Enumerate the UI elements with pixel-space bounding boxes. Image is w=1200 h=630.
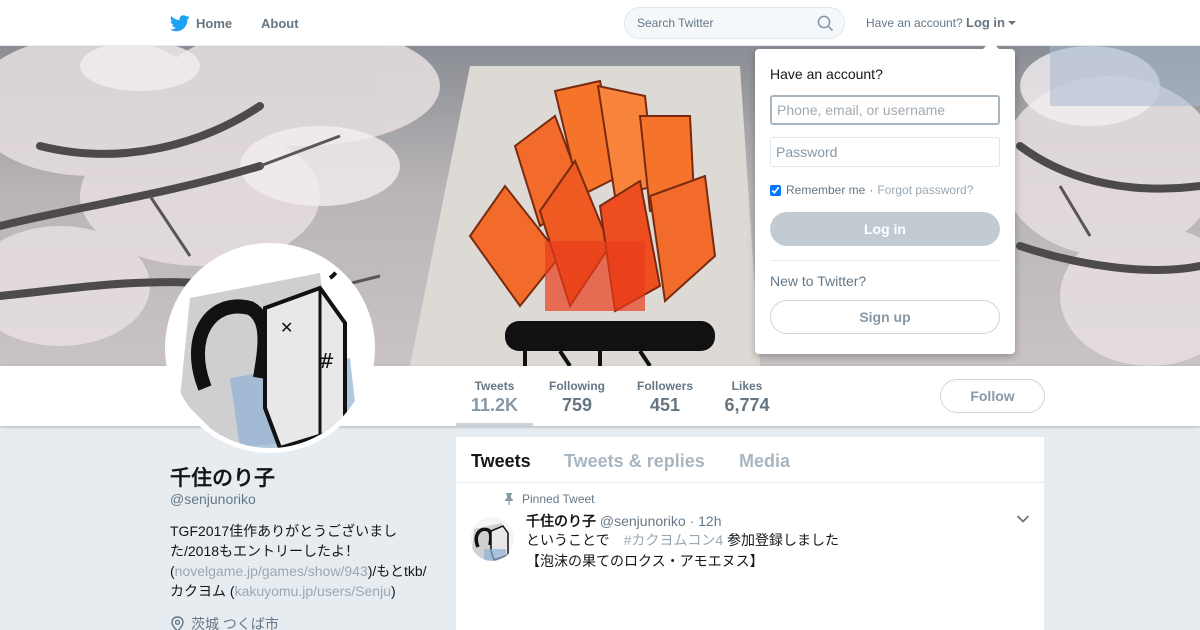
pinned-label: Pinned Tweet	[504, 492, 595, 506]
signup-button[interactable]: Sign up	[770, 300, 1000, 334]
location-pin-icon	[171, 616, 184, 630]
pin-icon	[505, 493, 513, 505]
nav-about-label: About	[261, 15, 299, 31]
profile-location: 茨城 つくば市	[170, 614, 279, 630]
login-dropdown-toggle[interactable]: Log in	[966, 15, 1016, 30]
tweet-text-suffix: 参加登録しました	[723, 532, 840, 548]
bio-link-novelgame[interactable]: novelgame.jp/games/show/943	[175, 563, 368, 579]
stat-following[interactable]: Following 759	[543, 366, 611, 426]
stat-followers-value: 451	[649, 395, 681, 415]
search-input[interactable]	[637, 16, 807, 30]
tweet-timestamp[interactable]: · 12h	[690, 513, 722, 529]
avatar[interactable]: ✕ #	[165, 243, 375, 453]
login-dropdown: Have an account? Remember me · Forgot pa…	[755, 41, 1015, 354]
username-input[interactable]	[770, 95, 1000, 125]
follow-button[interactable]: Follow	[940, 379, 1045, 413]
tweet-header: 千住のり子 @senjunoriko · 12h	[526, 511, 722, 531]
caret-down-icon	[1008, 20, 1016, 25]
tweet-text: ということで #カクヨムコン4 参加登録しました 【泡沫の果てのロクス・アモエヌ…	[526, 530, 1006, 572]
profile-bio: TGF2017佳作ありがとうございました/2018もエントリーしたよ！(nove…	[170, 521, 440, 601]
password-input[interactable]	[770, 137, 1000, 167]
stat-likes-value: 6,774	[724, 395, 770, 415]
tweet-text-prefix: ということで	[526, 532, 624, 548]
stat-likes[interactable]: Likes 6,774	[718, 366, 776, 426]
login-dropdown-title: Have an account?	[770, 66, 883, 82]
timeline: Tweets Tweets & replies Media Pinned Twe…	[456, 437, 1044, 630]
tab-tweets-replies[interactable]: Tweets & replies	[564, 451, 705, 472]
stat-followers-label: Followers	[636, 379, 693, 393]
svg-text:#: #	[318, 349, 335, 373]
have-account-text: Have an account?	[866, 16, 963, 30]
forgot-password-link[interactable]: Forgot password?	[877, 183, 973, 197]
avatar-illustration: ✕ #	[180, 248, 360, 448]
remember-me-checkbox[interactable]	[770, 184, 781, 196]
tab-media[interactable]: Media	[739, 451, 790, 472]
location-text: 茨城 つくば市	[191, 616, 279, 630]
tweet-line-1: ということで #カクヨムコン4 参加登録しました	[526, 530, 1006, 551]
new-to-twitter-text: New to Twitter?	[770, 273, 867, 289]
stat-tweets-label: Tweets	[474, 379, 515, 393]
login-button[interactable]: Log in	[770, 212, 1000, 246]
profile-handle[interactable]: @senjunoriko	[170, 491, 256, 507]
nav-home[interactable]: Home	[170, 0, 232, 46]
profile-name[interactable]: 千住のり子	[170, 462, 275, 492]
tweet-avatar-illustration	[470, 517, 514, 561]
stat-likes-label: Likes	[731, 379, 763, 393]
timeline-tabs: Tweets Tweets & replies Media	[456, 437, 1044, 483]
stat-followers[interactable]: Followers 451	[632, 366, 698, 426]
twitter-bird-icon	[170, 14, 190, 31]
tweet-avatar[interactable]	[470, 517, 514, 561]
top-nav: Home About Have an account? Log in	[0, 0, 1200, 46]
stat-tweets[interactable]: Tweets 11.2K	[456, 366, 533, 426]
stat-following-label: Following	[549, 379, 605, 393]
chevron-down-icon[interactable]	[1016, 514, 1030, 524]
pinned-text: Pinned Tweet	[522, 492, 595, 506]
tweet-author-name[interactable]: 千住のり子	[526, 513, 596, 529]
remember-me-label[interactable]: Remember me	[786, 183, 865, 197]
bio-text: )	[390, 583, 396, 599]
nav-home-label: Home	[196, 15, 233, 31]
dropdown-divider	[770, 260, 1000, 261]
search-box[interactable]	[624, 7, 845, 39]
login-toggle-label: Log in	[966, 15, 1005, 30]
stat-tweets-value: 11.2K	[470, 395, 519, 415]
tweet-line-2: 【泡沫の果てのロクス・アモエヌス】	[526, 553, 764, 569]
remember-row: Remember me · Forgot password?	[770, 183, 973, 197]
stat-following-value: 759	[561, 395, 593, 415]
search-icon[interactable]	[817, 15, 834, 32]
separator-dot: ·	[869, 183, 874, 197]
bio-link-kakuyomu[interactable]: kakuyomu.jp/users/Senju	[235, 583, 391, 599]
nav-about[interactable]: About	[261, 0, 299, 46]
tweet-author-handle[interactable]: @senjunoriko	[600, 513, 686, 529]
tweet-hashtag[interactable]: #カクヨムコン4	[624, 532, 724, 548]
tab-tweets[interactable]: Tweets	[471, 451, 531, 472]
svg-text:✕: ✕	[280, 318, 293, 337]
